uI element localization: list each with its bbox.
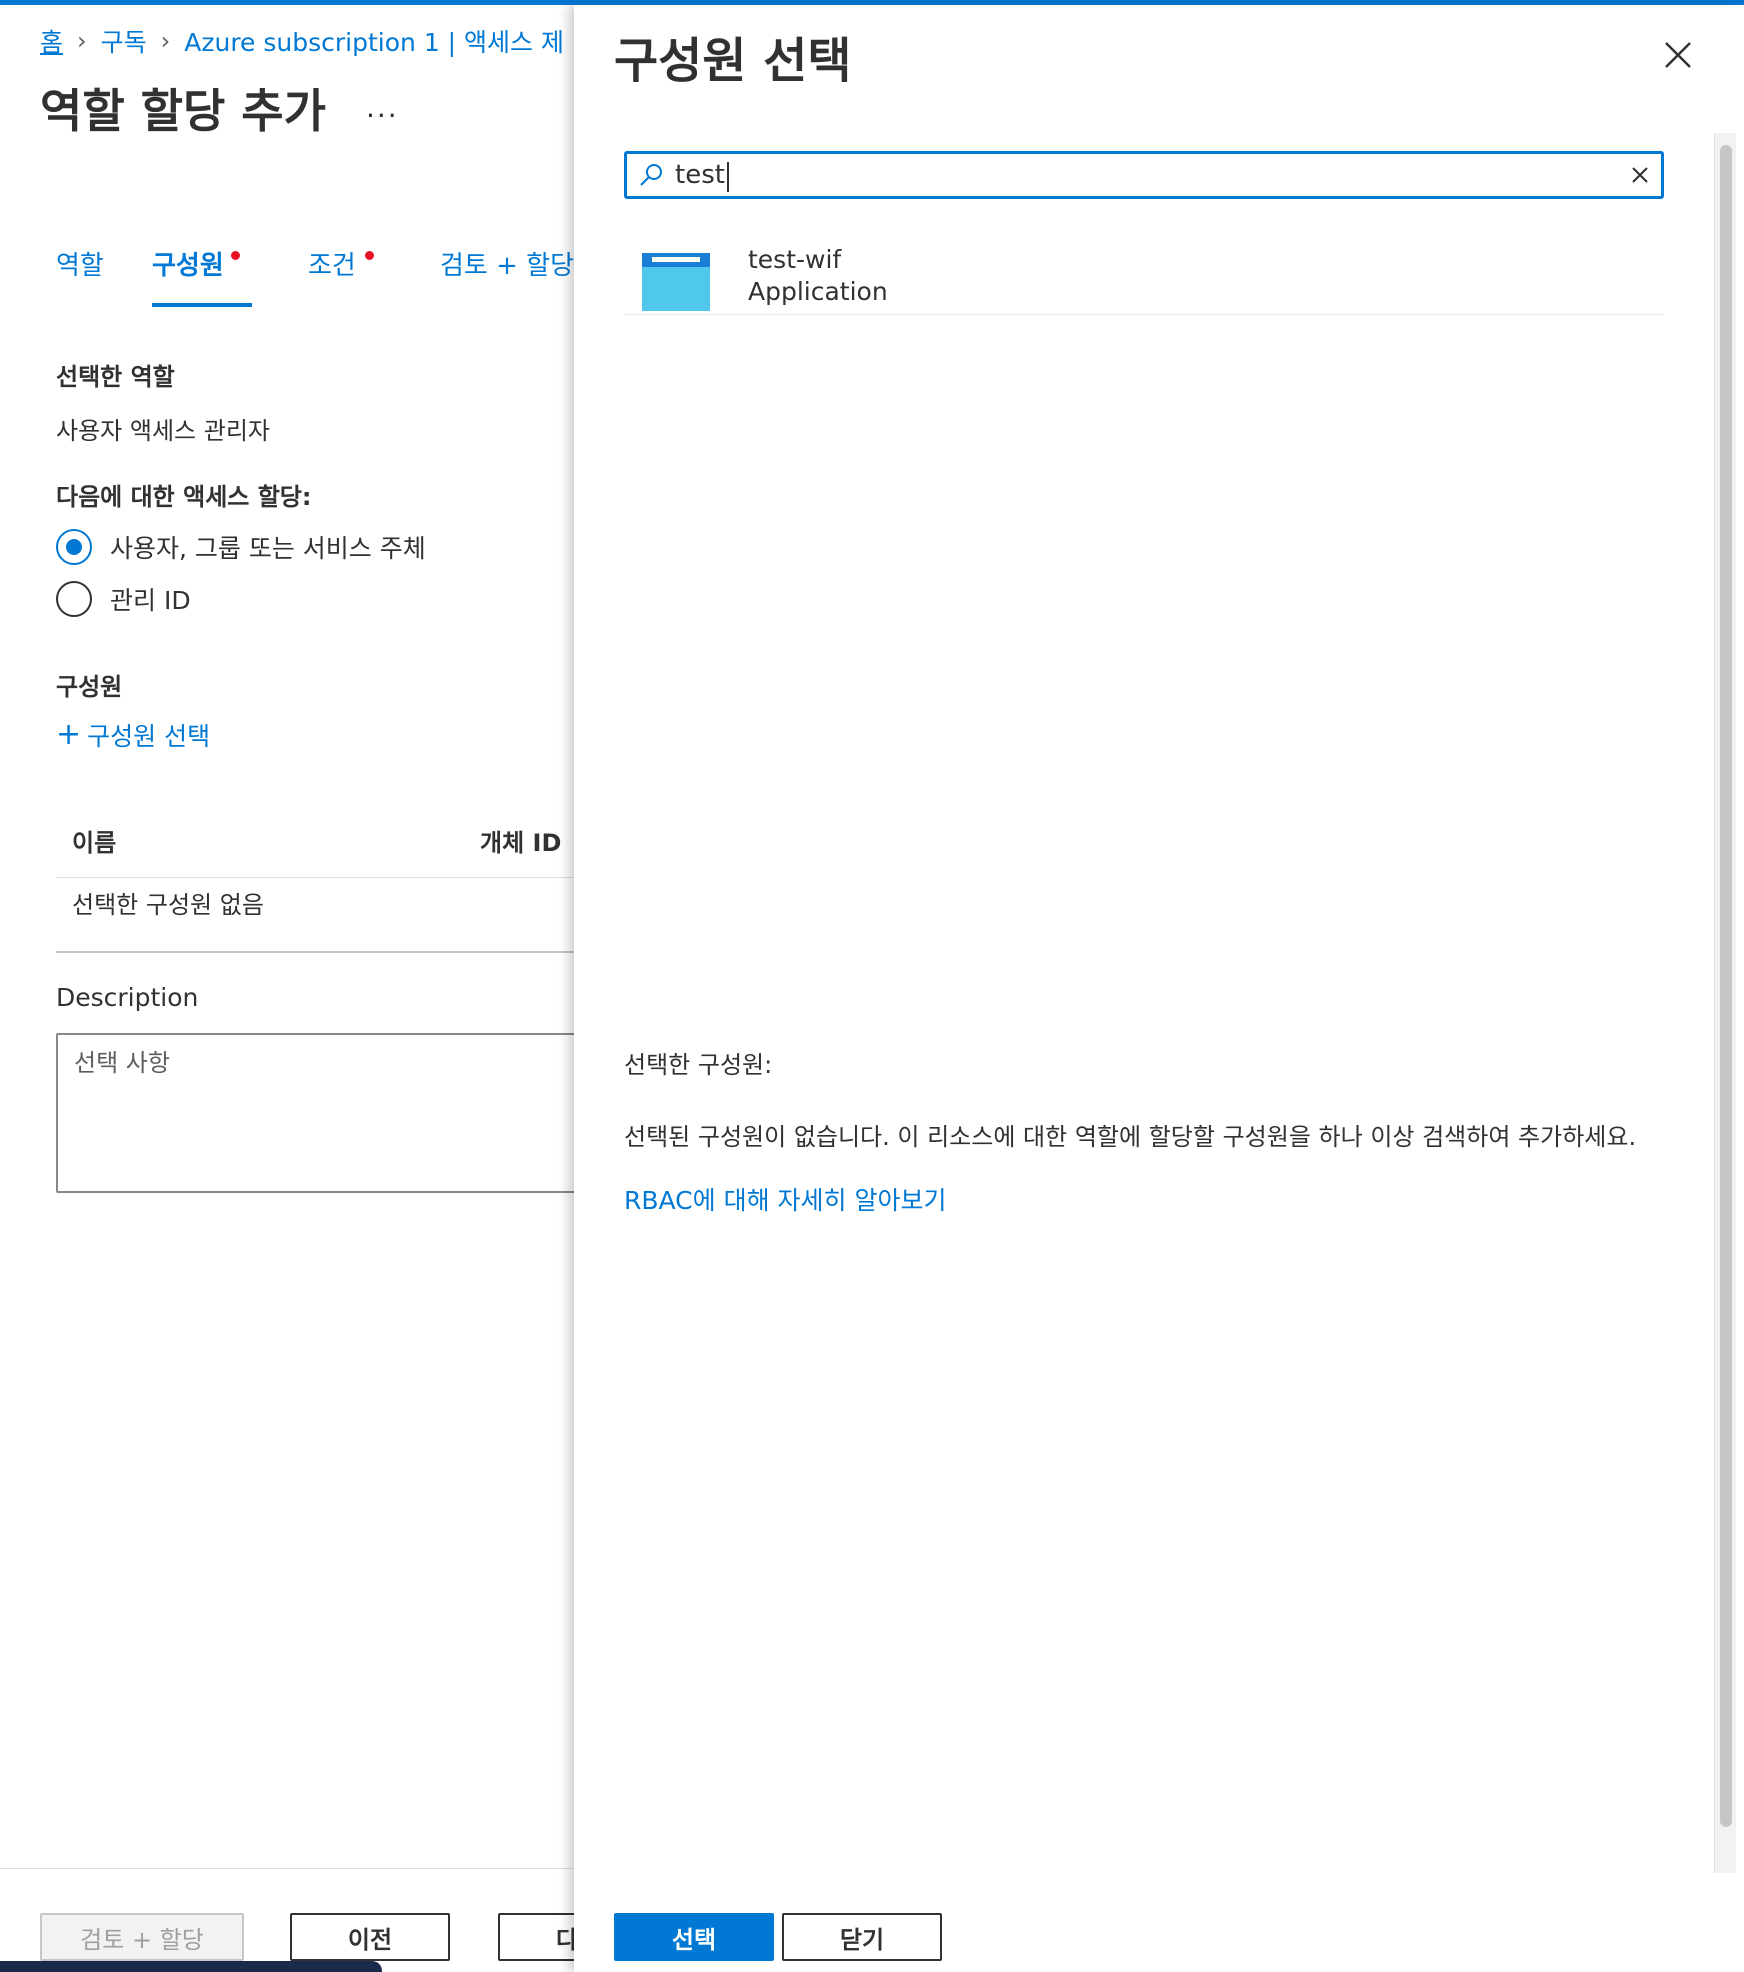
tab-role[interactable]: 역할 (56, 245, 104, 307)
select-members-label: 구성원 선택 (87, 722, 211, 751)
breadcrumb: 홈 › 구독 › Azure subscription 1 | 액세스 제 (40, 21, 564, 61)
radio-option-label: 사용자, 그룹 또는 서비스 주체 (110, 534, 426, 563)
required-dot (364, 251, 374, 260)
tab-bar: 역할 구성원 조건 검토 + 할당 (56, 245, 580, 307)
select-members-blade: 구성원 선택 test test-wif Application 선택한 구성원… (574, 5, 1744, 1972)
blade-title: 구성원 선택 (614, 33, 852, 89)
breadcrumb-subscription-link[interactable]: Azure subscription 1 | 액세스 제 (184, 23, 564, 59)
tab-review-assign[interactable]: 검토 + 할당 (440, 245, 574, 307)
close-button[interactable]: 닫기 (782, 1913, 942, 1961)
column-header-name: 이름 (72, 829, 117, 857)
status-bar (0, 1961, 382, 1972)
next-button[interactable]: 다 (498, 1913, 580, 1961)
plus-icon: + (56, 717, 82, 752)
clear-search-icon[interactable] (1629, 164, 1651, 186)
tab-review-assign-label: 검토 + 할당 (440, 251, 574, 281)
chevron-right-icon: › (160, 27, 171, 55)
search-input-value: test (675, 160, 729, 192)
members-empty-text: 선택한 구성원 없음 (72, 891, 264, 919)
radio-option-user-group-sp[interactable]: 사용자, 그룹 또는 서비스 주체 (56, 527, 426, 567)
breadcrumb-home-link[interactable]: 홈 (40, 23, 63, 59)
select-members-link[interactable]: + 구성원 선택 (56, 717, 210, 753)
description-label: Description (56, 983, 199, 1012)
description-placeholder: 선택 사항 (74, 1049, 170, 1077)
chevron-right-icon: › (77, 27, 87, 55)
column-header-object-id: 개체 ID (480, 829, 562, 857)
close-icon[interactable] (1656, 33, 1700, 77)
selected-members-label: 선택한 구성원: (624, 1051, 773, 1079)
tab-role-label: 역할 (56, 251, 104, 281)
review-assign-button[interactable]: 검토 + 할당 (40, 1913, 244, 1961)
tab-conditions[interactable]: 조건 (308, 245, 374, 307)
table-divider (56, 951, 580, 953)
required-dot (230, 251, 240, 260)
no-members-message: 선택된 구성원이 없습니다. 이 리소스에 대한 역할에 할당할 구성원을 하나… (624, 1123, 1637, 1151)
radio-option-managed-identity[interactable]: 관리 ID (56, 579, 191, 619)
radio-button-checked[interactable] (56, 529, 92, 565)
result-type: Application (748, 277, 888, 306)
search-icon (640, 164, 662, 186)
breadcrumb-subscriptions-link[interactable]: 구독 (101, 23, 147, 59)
rbac-learn-more-link[interactable]: RBAC에 대해 자세히 알아보기 (624, 1181, 946, 1217)
page-title: 역할 할당 추가 (40, 84, 326, 138)
application-icon (642, 253, 710, 311)
tab-members[interactable]: 구성원 (152, 245, 252, 307)
tab-conditions-label: 조건 (308, 251, 356, 281)
add-role-assignment-pane: 홈 › 구독 › Azure subscription 1 | 액세스 제 역할… (0, 5, 580, 1972)
table-divider (56, 877, 580, 878)
selected-role-heading: 선택한 역할 (56, 363, 175, 391)
description-textarea[interactable]: 선택 사항 (56, 1033, 580, 1193)
search-input[interactable]: test (624, 151, 1664, 199)
previous-button[interactable]: 이전 (290, 1913, 450, 1961)
result-name: test-wif (748, 245, 842, 274)
more-options-button[interactable]: ... (366, 91, 399, 124)
scrollbar-thumb[interactable] (1720, 145, 1732, 1827)
tab-members-label: 구성원 (152, 251, 224, 281)
selected-role-value: 사용자 액세스 관리자 (56, 417, 270, 445)
radio-option-label: 관리 ID (110, 586, 191, 615)
members-heading: 구성원 (56, 673, 123, 701)
search-result-item[interactable]: test-wif Application (624, 237, 1664, 315)
assign-access-heading: 다음에 대한 액세스 할당: (56, 483, 312, 511)
select-button[interactable]: 선택 (614, 1913, 774, 1961)
radio-button[interactable] (56, 581, 92, 617)
